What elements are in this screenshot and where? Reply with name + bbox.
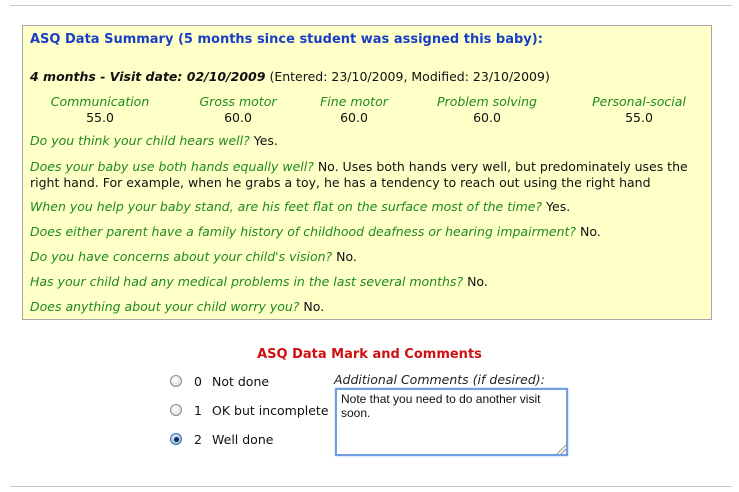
answer: Yes. [249, 133, 278, 148]
score-communication: Communication 55.0 [35, 94, 165, 125]
option-number: 1 [194, 402, 202, 418]
answer: No. [332, 249, 357, 264]
answer: Yes. [542, 199, 571, 214]
mark-section-title: ASQ Data Mark and Comments [257, 347, 482, 362]
visit-info: 4 months - Visit date: 02/10/2009 (Enter… [30, 69, 550, 84]
score-value: 55.0 [86, 110, 114, 125]
question: Do you have concerns about your child's … [30, 249, 333, 264]
score-personal-social: Personal-social 55.0 [574, 94, 704, 125]
question: When you help your baby stand, are his f… [30, 199, 543, 214]
question: Has your child had any medical problems … [30, 274, 464, 289]
question: Does anything about your child worry you… [30, 299, 300, 314]
qa-worry: Does anything about your child worry you… [30, 299, 706, 315]
option-label[interactable]: Well done [212, 432, 273, 447]
radio-button-selected[interactable] [170, 433, 182, 445]
score-label: Communication [50, 94, 150, 109]
mark-option-not-done[interactable]: 0 Not done [170, 372, 269, 390]
answer: No. [463, 274, 488, 289]
asq-summary-panel: ASQ Data Summary (5 months since student… [22, 25, 712, 320]
option-number: 2 [194, 431, 202, 447]
comments-textarea[interactable]: Note that you need to do another visit s… [335, 388, 568, 456]
score-value: 55.0 [625, 110, 653, 125]
answer: No. [576, 224, 601, 239]
score-row: Communication 55.0 Gross motor 60.0 Fine… [23, 94, 711, 126]
score-value: 60.0 [340, 110, 368, 125]
option-number: 0 [194, 373, 202, 389]
resize-grip-icon[interactable] [556, 444, 566, 454]
summary-title: ASQ Data Summary (5 months since student… [30, 32, 543, 47]
mark-option-well-done[interactable]: 2 Well done [170, 430, 273, 448]
radio-button[interactable] [170, 375, 182, 387]
question: Does your baby use both hands equally we… [30, 159, 314, 174]
top-divider [10, 5, 732, 6]
score-label: Personal-social [592, 94, 686, 109]
answer: No. [299, 299, 325, 314]
score-value: 60.0 [224, 110, 252, 125]
mark-option-ok-incomplete[interactable]: 1 OK but incomplete [170, 401, 329, 419]
comments-label: Additional Comments (if desired): [334, 372, 545, 387]
score-label: Fine motor [320, 94, 388, 109]
radio-button[interactable] [170, 404, 182, 416]
visit-dates: (Entered: 23/10/2009, Modified: 23/10/20… [265, 69, 550, 84]
qa-family-history: Does either parent have a family history… [30, 224, 706, 240]
bottom-divider [10, 486, 732, 487]
score-label: Gross motor [199, 94, 277, 109]
score-problem-solving: Problem solving 60.0 [422, 94, 552, 125]
radio-dot-icon [173, 436, 179, 442]
qa-vision: Do you have concerns about your child's … [30, 249, 706, 265]
question: Do you think your child hears well? [30, 133, 250, 148]
qa-medical-problems: Has your child had any medical problems … [30, 274, 706, 290]
qa-hears-well: Do you think your child hears well? Yes. [30, 133, 706, 149]
score-fine-motor: Fine motor 60.0 [289, 94, 419, 125]
question: Does either parent have a family history… [30, 224, 577, 239]
score-label: Problem solving [437, 94, 537, 109]
score-gross-motor: Gross motor 60.0 [173, 94, 303, 125]
score-value: 60.0 [473, 110, 501, 125]
visit-heading: 4 months - Visit date: 02/10/2009 [30, 69, 266, 84]
option-label[interactable]: OK but incomplete [212, 403, 329, 418]
qa-both-hands: Does your baby use both hands equally we… [30, 159, 706, 191]
qa-feet-flat: When you help your baby stand, are his f… [30, 199, 706, 215]
option-label[interactable]: Not done [212, 374, 269, 389]
